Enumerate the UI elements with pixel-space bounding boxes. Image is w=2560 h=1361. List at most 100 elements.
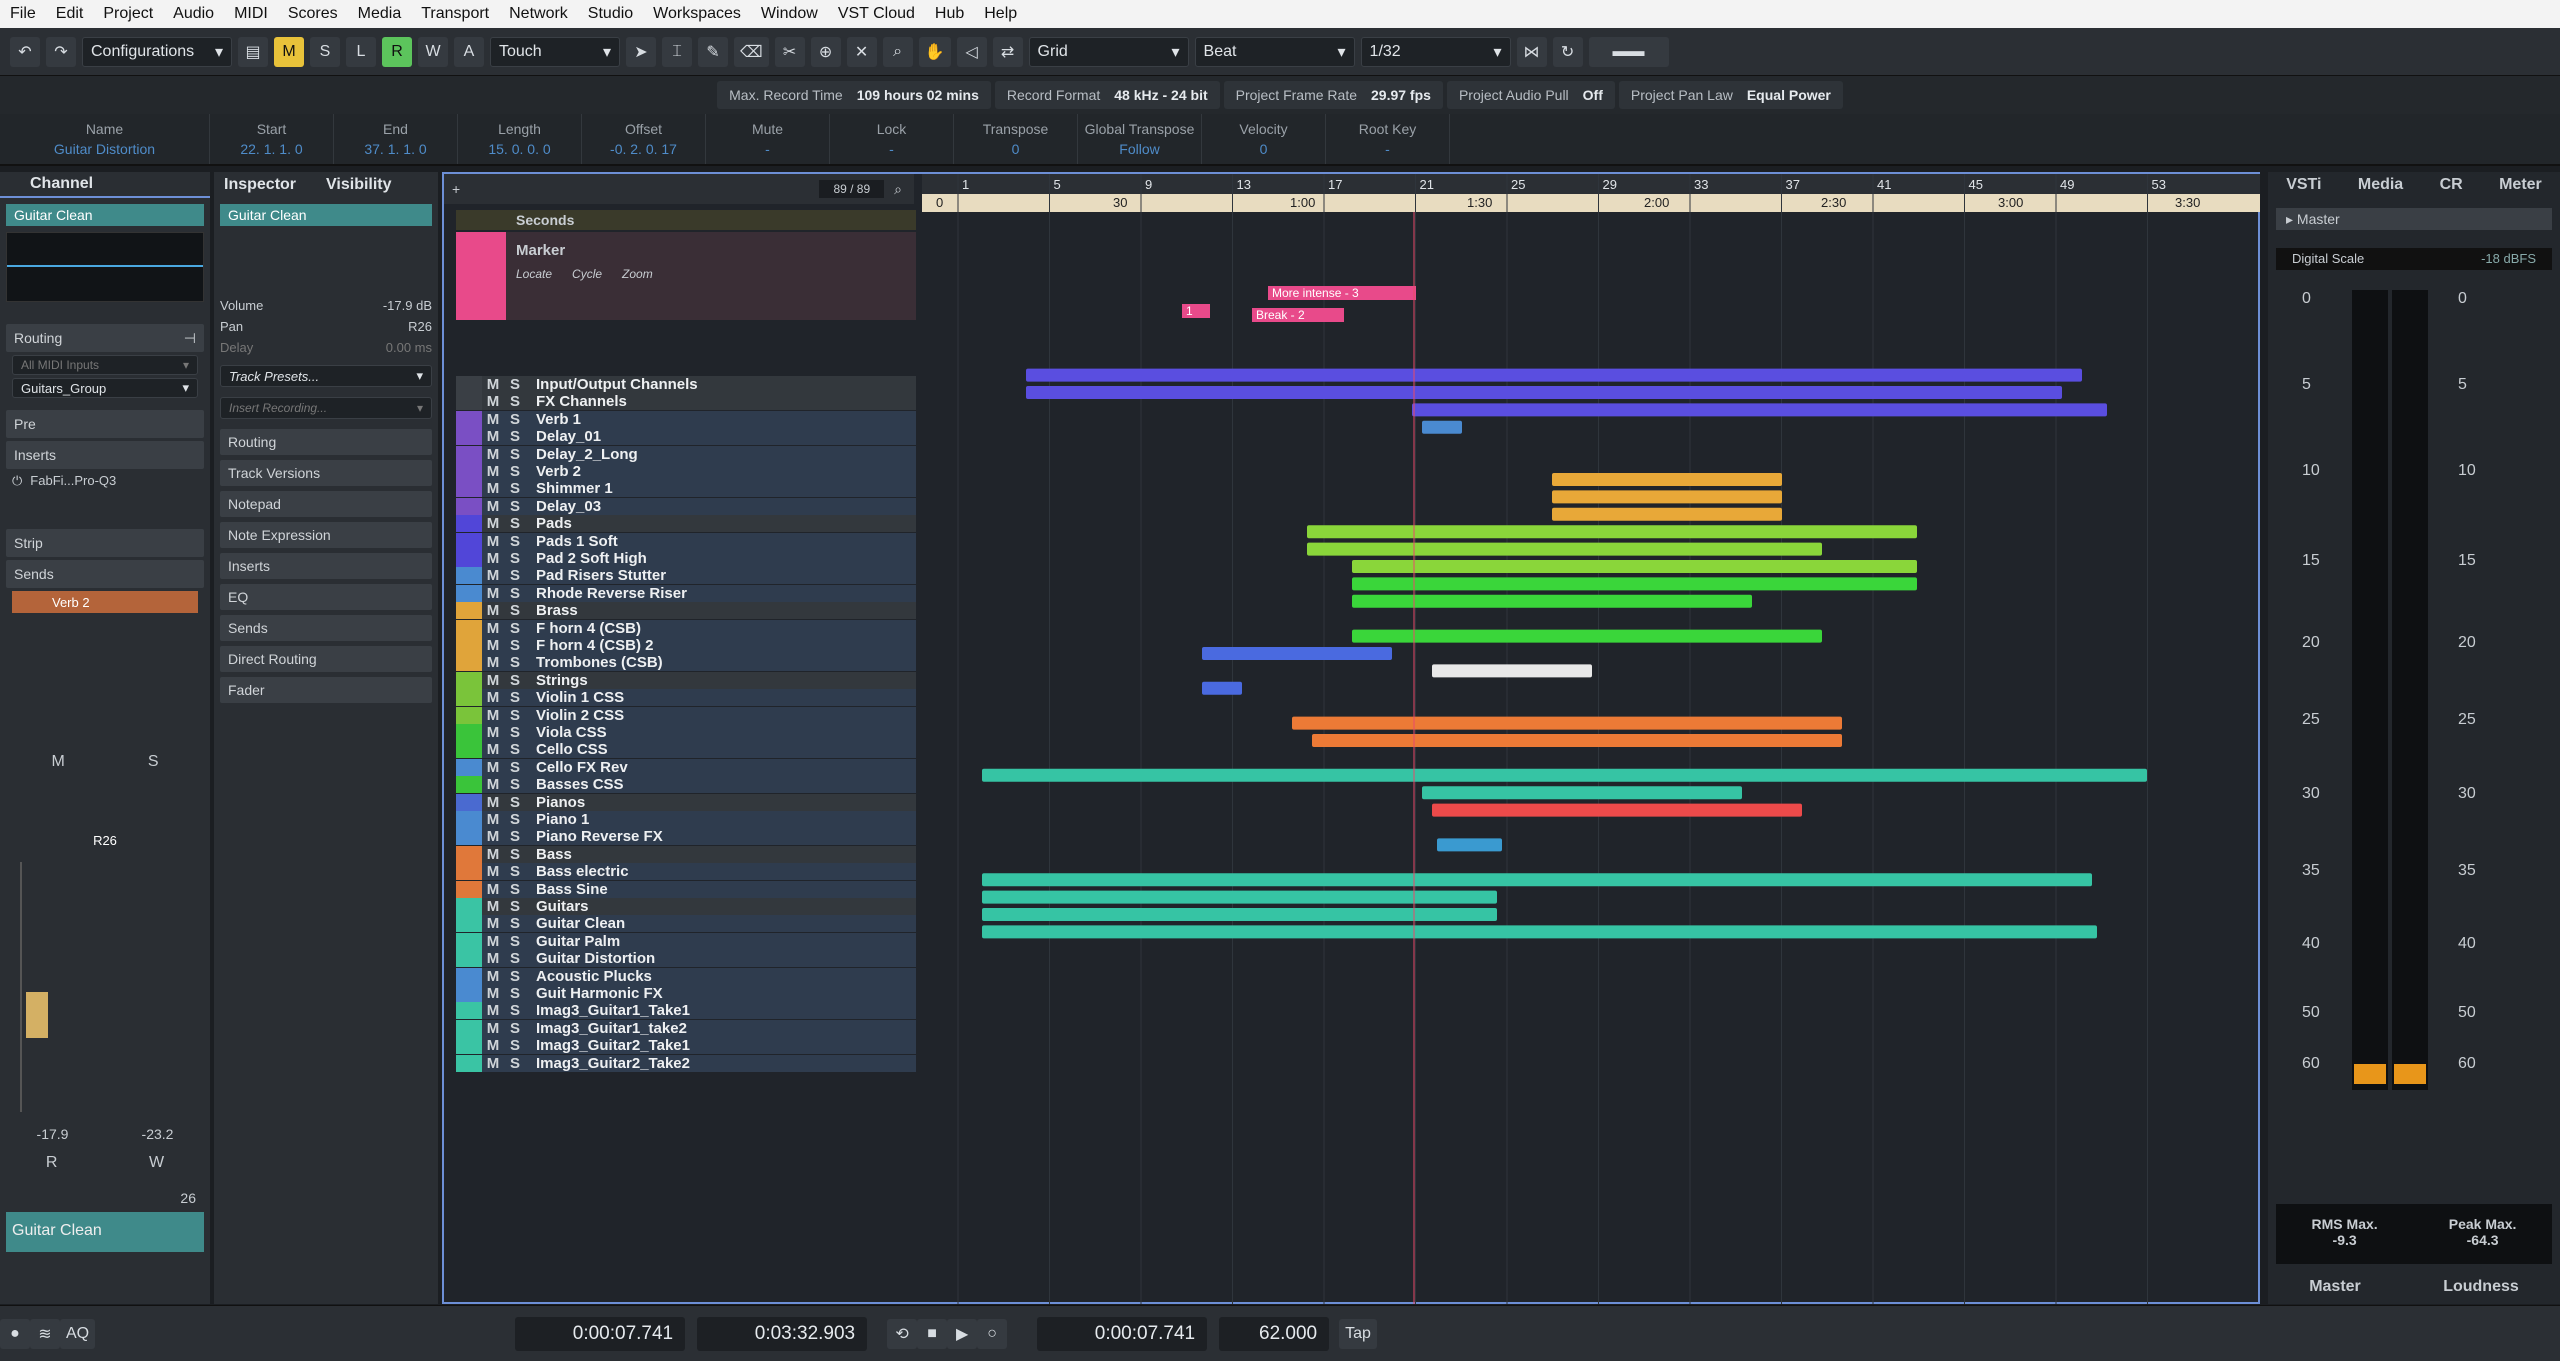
track-solo-button[interactable]: S	[504, 533, 526, 550]
track-solo-button[interactable]: S	[504, 376, 526, 393]
track-solo-button[interactable]: S	[504, 620, 526, 637]
track-mute-button[interactable]: M	[482, 863, 504, 880]
track-solo-button[interactable]: S	[504, 968, 526, 985]
track-solo-button[interactable]: S	[504, 933, 526, 950]
track-mute-button[interactable]: M	[482, 585, 504, 602]
track-row[interactable]: M S Pads 1 Soft	[456, 532, 916, 550]
track-row[interactable]: M S Strings	[456, 671, 916, 689]
menu-item-edit[interactable]: Edit	[46, 5, 94, 23]
channel-inserts-section[interactable]: Inserts	[6, 441, 204, 469]
track-row[interactable]: M S Shimmer 1	[456, 480, 916, 498]
tap-tempo-button[interactable]: Tap	[1339, 1318, 1377, 1349]
info-value[interactable]: -	[765, 141, 770, 157]
track-solo-button[interactable]: S	[504, 759, 526, 776]
track-solo-button[interactable]: S	[504, 498, 526, 515]
master-section[interactable]: ▸ Master	[2276, 208, 2552, 230]
channel-tab[interactable]: Channel	[0, 172, 210, 198]
track-row[interactable]: M S Guitar Distortion	[456, 950, 916, 968]
track-row[interactable]: M S Piano Reverse FX	[456, 828, 916, 846]
scale-value[interactable]: -18 dBFS	[2481, 251, 2536, 267]
track-row[interactable]: M S Basses CSS	[456, 776, 916, 794]
track-mute-button[interactable]: M	[482, 881, 504, 898]
track-row[interactable]: M S Violin 1 CSS	[456, 689, 916, 707]
track-row[interactable]: M S FX Channels	[456, 393, 916, 411]
event-part[interactable]	[1352, 560, 1917, 573]
volume-value[interactable]: -17.9 dB	[383, 298, 432, 313]
track-solo-button[interactable]: S	[504, 1037, 526, 1054]
track-row[interactable]: MS F horn 4 (CSB)	[456, 619, 916, 637]
track-row[interactable]: M S Delay_01	[456, 428, 916, 446]
midi-input-dropdown[interactable]: All MIDI Inputs ▾	[12, 355, 198, 375]
menu-item-scores[interactable]: Scores	[278, 5, 348, 23]
track-row[interactable]: M S Delay_2_Long	[456, 445, 916, 463]
event-part[interactable]	[1312, 734, 1842, 747]
channel-solo-button[interactable]: S	[148, 753, 159, 833]
track-solo-button[interactable]: S	[504, 846, 526, 863]
record-mode-icon[interactable]: ●	[0, 1318, 30, 1349]
meter-bottom-tab[interactable]: Loudness	[2443, 1278, 2519, 1296]
aq-button[interactable]: AQ	[60, 1318, 96, 1349]
meter-tab[interactable]: Media	[2358, 176, 2403, 194]
track-solo-button[interactable]: S	[504, 480, 526, 497]
track-row[interactable]: M S Verb 1	[456, 410, 916, 428]
info-value[interactable]: 15. 0. 0. 0	[488, 141, 550, 157]
read-automation-button[interactable]: R	[46, 1154, 58, 1172]
redo-icon[interactable]: ↷	[46, 36, 76, 67]
menu-item-help[interactable]: Help	[974, 5, 1027, 23]
right-locator[interactable]: 0:03:32.903	[697, 1316, 868, 1351]
undo-icon[interactable]: ↶	[10, 36, 40, 67]
track-solo-button[interactable]: S	[504, 550, 526, 567]
primary-time-display[interactable]: 0:00:07.741	[1037, 1316, 1208, 1351]
marker-event[interactable]: Break - 2	[1252, 308, 1344, 322]
event-part[interactable]	[1352, 577, 1917, 591]
inspector-section[interactable]: EQ	[220, 584, 432, 610]
track-row[interactable]: M S Brass	[456, 602, 916, 620]
info-value[interactable]: -0. 2. 0. 17	[610, 141, 677, 157]
status-value[interactable]: 48 kHz - 24 bit	[1114, 87, 1207, 103]
track-row[interactable]: M S Cello FX Rev	[456, 758, 916, 776]
automation-mode-dropdown[interactable]: Touch ▾	[490, 36, 620, 67]
track-mute-button[interactable]: M	[482, 724, 504, 741]
range-tool-icon[interactable]: ⌶	[662, 36, 692, 67]
track-mute-button[interactable]: M	[482, 950, 504, 967]
track-mute-button[interactable]: M	[482, 463, 504, 480]
write-automation-button[interactable]: W	[149, 1154, 164, 1172]
menu-item-vst-cloud[interactable]: VST Cloud	[828, 5, 925, 23]
track-mute-button[interactable]: M	[482, 985, 504, 1002]
stop-icon[interactable]: ■	[917, 1318, 948, 1349]
channel-fader[interactable]	[20, 862, 190, 1112]
track-mute-button[interactable]: M	[482, 411, 504, 428]
speaker-tool-icon[interactable]: ◁	[956, 36, 987, 67]
track-solo-button[interactable]: S	[504, 446, 526, 463]
quantize-dropdown[interactable]: 1/32 ▾	[1360, 36, 1511, 67]
menu-item-transport[interactable]: Transport	[411, 5, 499, 23]
event-part[interactable]	[982, 768, 2147, 782]
track-row[interactable]: M S Violin 2 CSS	[456, 706, 916, 724]
menu-item-file[interactable]: File	[0, 5, 46, 23]
track-solo-button[interactable]: S	[504, 637, 526, 654]
track-solo-button[interactable]: S	[504, 794, 526, 811]
info-value[interactable]: 0	[1012, 141, 1020, 157]
inspector-track-name[interactable]: Guitar Clean	[220, 204, 432, 226]
track-row[interactable]: M S Input/Output Channels	[456, 376, 916, 393]
status-value[interactable]: Off	[1583, 87, 1603, 103]
track-mute-button[interactable]: M	[482, 480, 504, 497]
track-solo-button[interactable]: S	[504, 654, 526, 671]
track-mute-button[interactable]: M	[482, 933, 504, 950]
mute-global-button[interactable]: M	[274, 36, 304, 67]
track-mute-button[interactable]: M	[482, 446, 504, 463]
track-mute-button[interactable]: M	[482, 567, 504, 584]
info-value[interactable]: 37. 1. 1. 0	[364, 141, 426, 157]
inspector-section[interactable]: Note Expression	[220, 522, 432, 548]
track-row[interactable]: M S Guitar Palm	[456, 932, 916, 950]
erase-tool-icon[interactable]: ⌫	[734, 36, 769, 67]
zoom-tool-icon[interactable]: ⌕	[882, 36, 913, 67]
cycle-dropdown[interactable]: Cycle	[572, 267, 602, 281]
track-mute-button[interactable]: M	[482, 602, 504, 619]
pan-value[interactable]: R26	[408, 319, 432, 334]
info-value[interactable]: 0	[1260, 141, 1268, 157]
track-mute-button[interactable]: M	[482, 654, 504, 671]
track-mute-button[interactable]: M	[482, 393, 504, 410]
track-solo-button[interactable]: S	[504, 428, 526, 445]
track-row[interactable]: M S Imag3_Guitar1_take2	[456, 1019, 916, 1037]
